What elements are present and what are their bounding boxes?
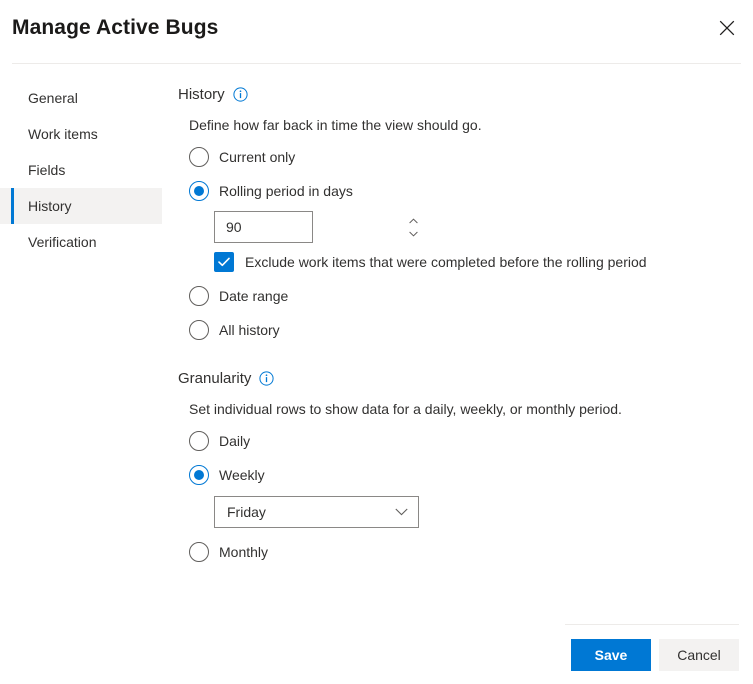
- sidebar-item-work-items[interactable]: Work items: [0, 116, 162, 152]
- footer-button-group: Save Cancel: [571, 639, 739, 671]
- page-title: Manage Active Bugs: [12, 16, 218, 40]
- granularity-description: Set individual rows to show data for a d…: [189, 401, 739, 417]
- granularity-heading: Granularity: [178, 370, 251, 387]
- checkbox-checked[interactable]: [214, 252, 234, 272]
- radio-monthly[interactable]: Monthly: [189, 542, 739, 562]
- radio-label: Date range: [219, 288, 288, 304]
- radio-button: [189, 286, 209, 306]
- granularity-section-header: Granularity: [178, 370, 739, 387]
- radio-label: Monthly: [219, 544, 268, 560]
- radio-button: [189, 147, 209, 167]
- sidebar-item-fields[interactable]: Fields: [0, 152, 162, 188]
- sidebar-item-label: History: [28, 198, 72, 214]
- footer-divider: [565, 624, 739, 625]
- history-heading: History: [178, 86, 225, 103]
- close-icon: [719, 20, 735, 36]
- header-divider: [12, 63, 741, 64]
- weekday-dropdown-value: Friday: [227, 504, 266, 520]
- sidebar-item-general[interactable]: General: [0, 80, 162, 116]
- radio-label: Weekly: [219, 467, 265, 483]
- settings-sidebar: General Work items Fields History Verifi…: [0, 80, 172, 260]
- settings-main-panel: History Define how far back in time the …: [178, 72, 739, 684]
- radio-label: Current only: [219, 149, 295, 165]
- radio-label: All history: [219, 322, 280, 338]
- radio-all-history[interactable]: All history: [189, 320, 739, 340]
- save-button[interactable]: Save: [571, 639, 651, 671]
- dialog-footer: Save Cancel: [0, 612, 753, 684]
- radio-weekly[interactable]: Weekly: [189, 465, 739, 485]
- sidebar-item-label: Verification: [28, 234, 96, 250]
- rolling-days-input[interactable]: [215, 212, 409, 242]
- radio-daily[interactable]: Daily: [189, 431, 739, 451]
- chevron-down-icon: [395, 508, 408, 516]
- radio-label: Rolling period in days: [219, 183, 353, 199]
- spinner-arrows: [409, 212, 421, 242]
- rolling-days-spinner[interactable]: [214, 211, 313, 243]
- sidebar-item-label: General: [28, 90, 78, 106]
- chevron-up-icon[interactable]: [409, 217, 418, 225]
- info-icon[interactable]: [233, 87, 248, 102]
- history-description: Define how far back in time the view sho…: [189, 117, 739, 133]
- radio-button: [189, 542, 209, 562]
- chevron-down-icon[interactable]: [409, 230, 418, 238]
- checkbox-label: Exclude work items that were completed b…: [245, 254, 647, 270]
- sidebar-item-verification[interactable]: Verification: [0, 224, 162, 260]
- radio-button: [189, 431, 209, 451]
- radio-button: [189, 320, 209, 340]
- radio-label: Daily: [219, 433, 250, 449]
- radio-rolling-period[interactable]: Rolling period in days: [189, 181, 739, 201]
- sidebar-item-label: Fields: [28, 162, 65, 178]
- sidebar-item-history[interactable]: History: [0, 188, 162, 224]
- dialog-header: Manage Active Bugs: [0, 0, 753, 56]
- weekday-dropdown[interactable]: Friday: [214, 496, 419, 528]
- close-button[interactable]: [707, 10, 747, 46]
- sidebar-item-label: Work items: [28, 126, 98, 142]
- radio-button-selected: [189, 465, 209, 485]
- radio-button-selected: [189, 181, 209, 201]
- radio-date-range[interactable]: Date range: [189, 286, 739, 306]
- info-icon[interactable]: [259, 371, 274, 386]
- dialog-body: General Work items Fields History Verifi…: [0, 72, 753, 684]
- exclude-completed-checkbox-row[interactable]: Exclude work items that were completed b…: [214, 252, 739, 272]
- history-section-header: History: [178, 86, 739, 103]
- radio-current-only[interactable]: Current only: [189, 147, 739, 167]
- cancel-button[interactable]: Cancel: [659, 639, 739, 671]
- checkmark-icon: [218, 257, 230, 267]
